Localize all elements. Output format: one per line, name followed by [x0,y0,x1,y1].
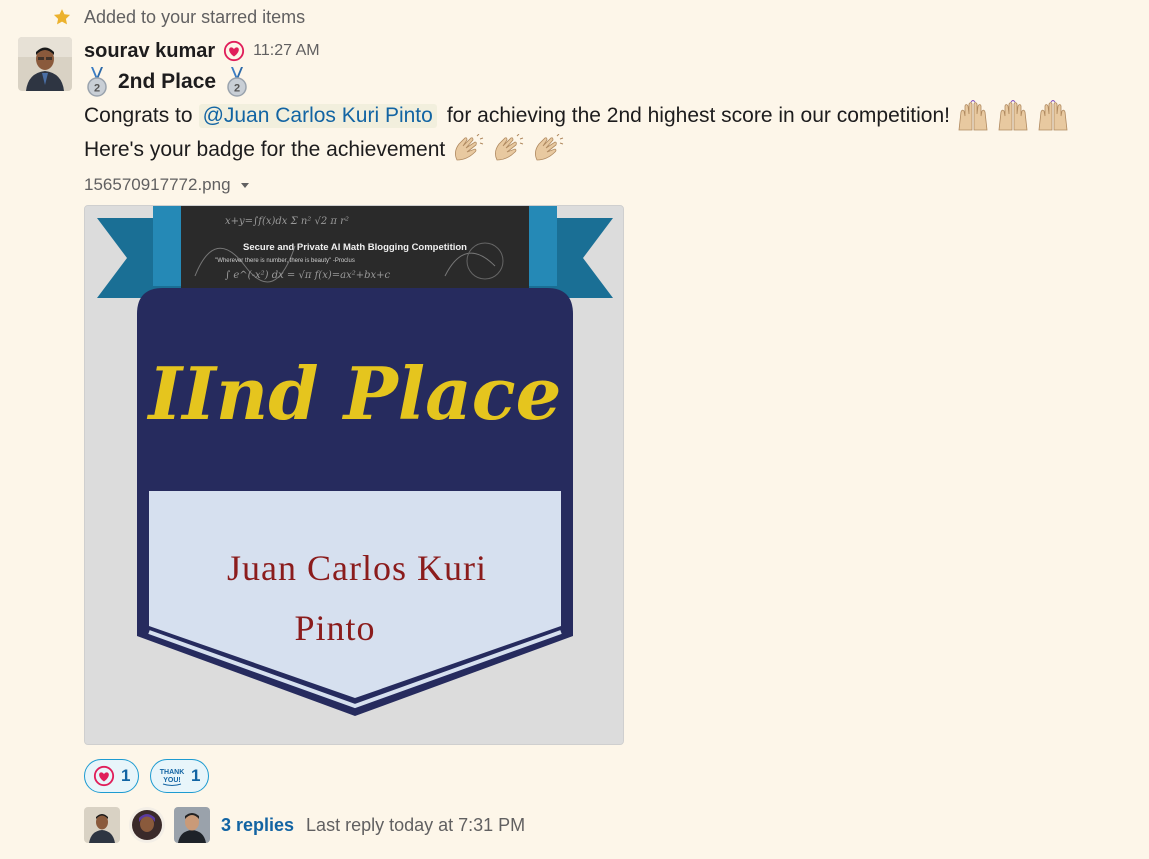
heart-badge-icon [93,765,115,787]
silver-medal-icon: 2 [227,67,247,97]
svg-text:x+y=∫f(x)dx Σ n² √2 π r²: x+y=∫f(x)dx Σ n² √2 π r² [225,216,349,227]
raised-hands-icon [998,100,1028,131]
clapping-hands-emojis [451,134,565,166]
winner-name-line1: Juan Carlos Kuri [227,548,487,588]
badge-image[interactable]: x+y=∫f(x)dx Σ n² √2 π r² ∫ e^(-x²) dx = … [84,205,624,745]
file-attachment-header: 156570917772.png [84,174,251,196]
star-icon [53,9,71,25]
congrats-suffix: for achieving the 2nd highest score in o… [446,104,950,127]
svg-text:2: 2 [234,83,240,95]
last-reply-text: Last reply today at 7:31 PM [306,814,526,835]
heart-badge-icon [224,40,245,62]
reaction-count: 1 [121,766,131,785]
winner-name-line2: Pinto [294,608,375,648]
avatar [129,807,165,843]
svg-text:THANK: THANK [160,769,185,776]
reaction-thank-you[interactable]: THANK YOU! 1 [150,759,210,793]
clapping-hands-icon [495,134,524,161]
clapping-hands-icon [455,134,484,161]
author-name[interactable]: sourav kumar [84,40,215,63]
badge-header-text: Secure and Private AI Math Blogging Comp… [243,242,467,253]
chevron-down-icon[interactable] [239,179,251,191]
replies-link[interactable]: 3 replies [221,815,294,836]
svg-text:2: 2 [94,83,100,95]
thank-you-icon: THANK YOU! [160,769,185,786]
congrats-line: Congrats to @Juan Carlos Kuri Pinto for … [84,100,1070,132]
title-text: 2nd Place [118,70,217,93]
raised-hands-icon [958,100,988,131]
avatar[interactable] [18,37,72,91]
file-name[interactable]: 156570917772.png [84,175,231,195]
svg-text:∫ e^(-x²) dx = √π f(x)=ax²+b: ∫ e^(-x²) dx = √π f(x)=ax²+bx+c [225,270,391,281]
message-header: sourav kumar 11:27 AM [84,37,320,65]
clapping-hands-icon [535,134,564,161]
silver-medal-icon: 2 [87,67,107,97]
user-mention[interactable]: @Juan Carlos Kuri Pinto [198,104,437,128]
congrats-prefix: Congrats to [84,104,193,127]
raised-hands-icon [1038,100,1068,131]
starred-notice: Added to your starred items [52,6,305,28]
svg-text:YOU!: YOU! [163,777,181,784]
reaction-count: 1 [191,766,201,785]
place-text: IInd Place [147,351,562,436]
raised-hands-emojis [956,100,1070,132]
badge-line: Here's your badge for the achievement [84,134,565,166]
avatar [174,807,210,843]
message-timestamp[interactable]: 11:27 AM [253,42,319,60]
badge-header-quote: "Wherever there is number, there is beau… [215,258,355,264]
reaction-heart[interactable]: 1 [84,759,140,793]
badge-text: Here's your badge for the achievement [84,138,446,161]
message-title: 2 2nd Place 2 [84,66,250,98]
avatar [84,807,120,843]
thread-summary[interactable]: 3 replies Last reply today at 7:31 PM [84,806,525,844]
starred-text: Added to your starred items [84,6,306,27]
